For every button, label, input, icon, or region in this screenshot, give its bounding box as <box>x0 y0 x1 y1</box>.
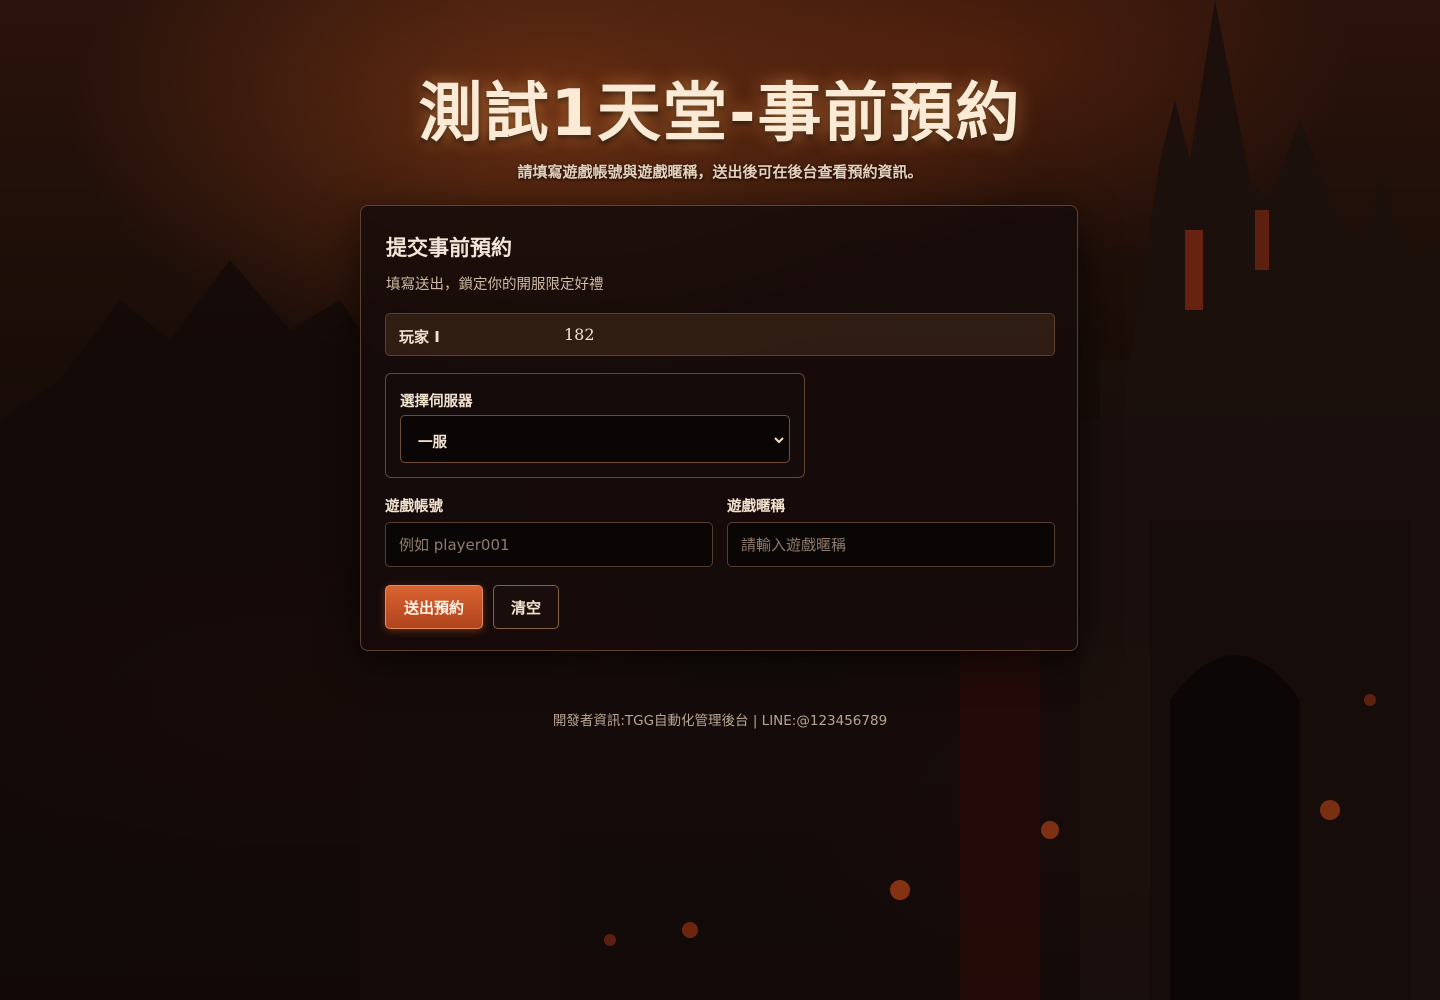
page-title: 測試1天堂-事前預約 <box>418 77 1022 151</box>
account-input[interactable] <box>385 522 713 567</box>
server-select-group: 選擇伺服器 一服 <box>385 373 805 478</box>
player-label: 玩家 I <box>399 328 440 346</box>
chevron-down-icon <box>774 437 784 444</box>
server-select[interactable]: 一服 <box>400 415 790 463</box>
submit-reservation-button[interactable]: 送出預約 <box>385 585 483 629</box>
nickname-label: 遊戲暱稱 <box>727 499 785 515</box>
player-info-bar: 玩家 I 182 <box>385 313 1055 356</box>
page-subtitle: 請填寫遊戲帳號與遊戲暱稱，送出後可在後台查看預約資訊。 <box>517 163 923 181</box>
card-description: 填寫送出，鎖定你的開服限定好禮 <box>386 277 604 293</box>
card-title: 提交事前預約 <box>386 236 512 260</box>
account-label: 遊戲帳號 <box>385 499 443 515</box>
server-selected-value: 一服 <box>418 435 447 451</box>
clear-button[interactable]: 清空 <box>493 585 559 629</box>
footer-developer-info: 開發者資訊:TGG自動化管理後台 | LINE:@123456789 <box>552 713 888 729</box>
nickname-input[interactable] <box>727 522 1055 567</box>
player-id: 182 <box>564 325 595 344</box>
reservation-form-card: 提交事前預約 填寫送出，鎖定你的開服限定好禮 玩家 I 182 選擇伺服器 一服… <box>360 205 1078 651</box>
server-select-label: 選擇伺服器 <box>400 394 473 410</box>
